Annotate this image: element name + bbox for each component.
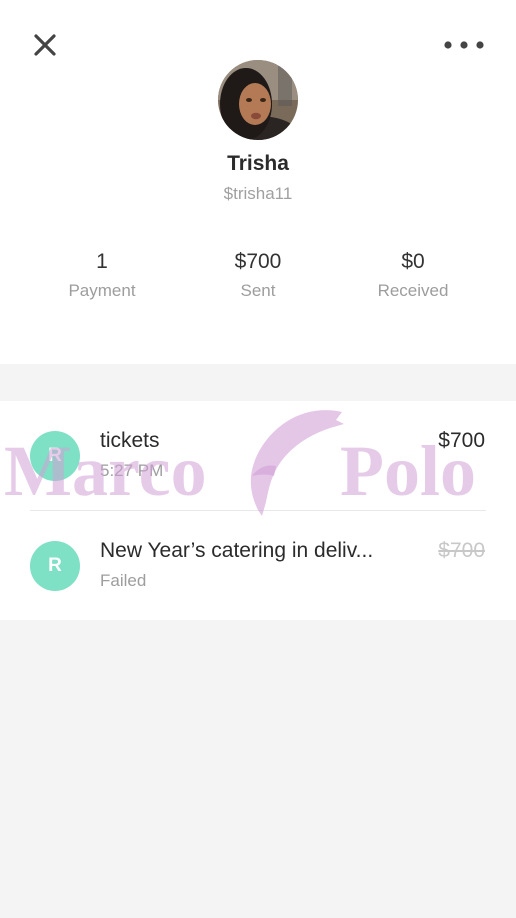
stat-value: $700: [234, 250, 282, 273]
profile-name: Trisha: [227, 152, 289, 175]
more-options-button[interactable]: [440, 30, 488, 60]
stat-label: Sent: [240, 281, 276, 300]
transaction-title: New Year’s catering in deliv...: [100, 539, 374, 562]
transaction-title: tickets: [100, 429, 160, 452]
transaction-amount-failed: $700: [438, 539, 485, 562]
avatar: [218, 60, 298, 140]
profile-screen: Trisha $trisha11 1 Payment $700 Sent $0 …: [0, 0, 516, 918]
stat-sent: $700 Sent: [178, 248, 338, 304]
profile-handle: $trisha11: [223, 184, 293, 203]
transaction-time: 5:27 PM: [100, 461, 164, 480]
stat-received: $0 Received: [333, 248, 493, 304]
stat-label: Received: [377, 281, 449, 300]
close-button[interactable]: [28, 28, 62, 62]
stat-payments: 1 Payment: [22, 248, 182, 304]
profile-header: Trisha $trisha11 1 Payment $700 Sent $0 …: [0, 0, 516, 364]
close-icon: [34, 34, 56, 56]
stat-value: 1: [96, 250, 108, 273]
transaction-list: R tickets 5:27 PM $700 R New Year’s cate…: [0, 401, 516, 620]
recipient-avatar: R: [30, 541, 80, 591]
transaction-amount: $700: [438, 429, 485, 452]
recipient-avatar: R: [30, 431, 80, 481]
stat-value: $0: [401, 250, 425, 273]
more-horizontal-icon: [444, 41, 484, 49]
stat-label: Payment: [68, 281, 136, 300]
transaction-row[interactable]: R New Year’s catering in deliv... Failed…: [0, 511, 516, 621]
transaction-row[interactable]: R tickets 5:27 PM $700: [0, 401, 516, 511]
transaction-status: Failed: [100, 571, 147, 590]
